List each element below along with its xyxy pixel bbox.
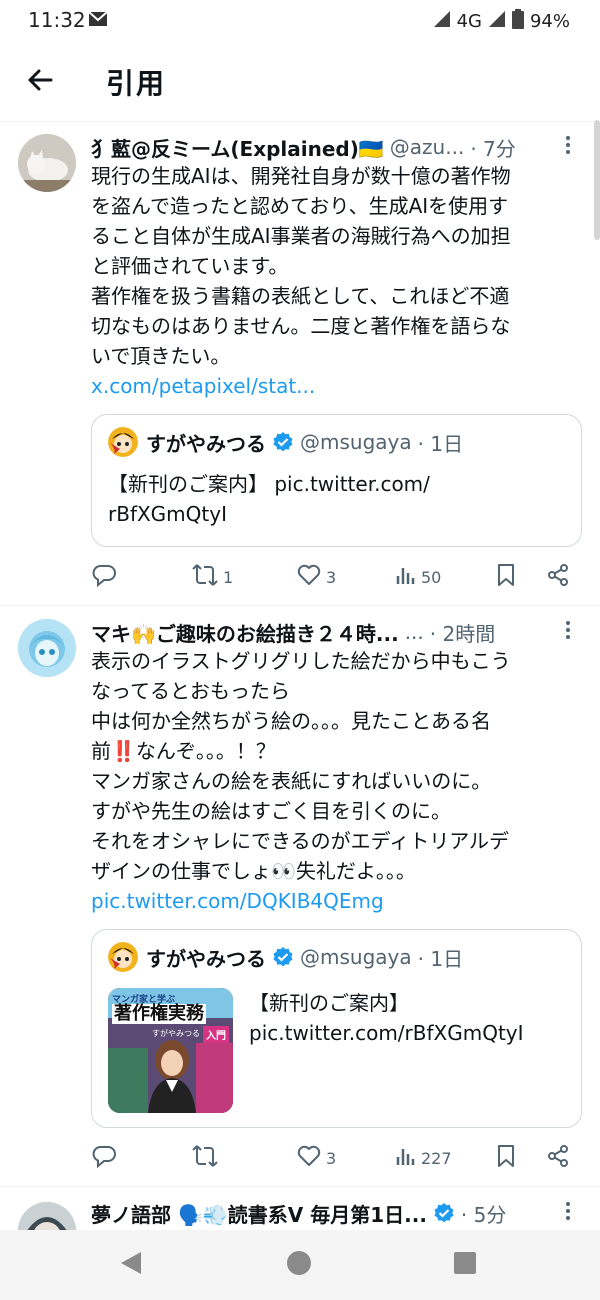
bookmark-button[interactable]	[496, 1143, 516, 1173]
retweet-button[interactable]	[191, 1143, 223, 1173]
share-button[interactable]	[546, 562, 570, 592]
book-author: すがやみつる	[152, 1029, 200, 1038]
page-title: 引用	[106, 67, 167, 100]
retweet-count: 1	[223, 567, 234, 587]
signal-icon	[433, 10, 451, 33]
system-nav-bar	[0, 1230, 600, 1300]
quote-text: 【新刊のご案内】 pic.twitter.com/ rBfXGmQtyI	[108, 472, 430, 526]
avatar[interactable]	[18, 619, 76, 677]
back-button[interactable]	[20, 62, 60, 102]
tweet-header: 犭藍@反ミーム(Explained)🇺🇦 @azu... · 7分	[91, 132, 550, 162]
quoted-tweet[interactable]: すがやみつる @msugaya · 1日 【新刊のご案内】 pic.twitte…	[91, 414, 582, 547]
more-button[interactable]	[558, 132, 578, 162]
tweet-header: 夢ノ語部 🗣️💨読書系V 毎月第1日... · 5分	[91, 1198, 550, 1228]
reply-icon	[91, 1144, 117, 1172]
like-button[interactable]: 3	[296, 1143, 336, 1173]
more-icon	[565, 620, 571, 644]
quote-handle: @msugaya	[300, 430, 412, 454]
author-name[interactable]: マキ🙌ご趣味のお絵描き２４時...	[91, 618, 399, 647]
share-button[interactable]	[546, 1143, 570, 1173]
retweet-button[interactable]: 1	[191, 562, 233, 592]
retweet-icon	[191, 1144, 219, 1172]
mail-icon	[88, 11, 108, 31]
book-badge: 入門	[203, 1026, 229, 1043]
like-button[interactable]: 3	[296, 562, 336, 592]
quote-time: · 1日	[417, 946, 464, 971]
status-bar: 11:32 4G 94%	[0, 0, 600, 42]
battery-icon	[511, 9, 524, 34]
battery-level: 94%	[529, 11, 570, 32]
tweet-header: マキ🙌ご趣味のお絵描き２４時... ... · 2時間	[91, 617, 550, 647]
quote-author: すがやみつる	[146, 946, 266, 971]
avatar[interactable]	[18, 1202, 76, 1230]
book-title: 著作権実務	[112, 1003, 206, 1024]
tweet-time: · 2時間	[429, 621, 496, 646]
share-icon	[546, 563, 570, 591]
verified-icon	[272, 431, 294, 453]
app-header: 引用	[0, 42, 600, 122]
tweet[interactable]: 夢ノ語部 🗣️💨読書系V 毎月第1日... · 5分	[0, 1188, 600, 1230]
retweet-icon	[191, 563, 219, 591]
tweet[interactable]: 犭藍@反ミーム(Explained)🇺🇦 @azu... · 7分 現行の生成A…	[0, 122, 600, 606]
reply-button[interactable]	[91, 562, 121, 592]
views-icon	[395, 1145, 417, 1171]
verified-icon	[272, 946, 294, 968]
reply-button[interactable]	[91, 1143, 121, 1173]
quote-text: 【新刊のご案内】 pic.twitter.com/rBfXGmQtyI	[249, 991, 524, 1045]
verified-icon	[433, 1202, 455, 1224]
like-icon	[296, 563, 322, 591]
tweet[interactable]: マキ🙌ご趣味のお絵描き２４時... ... · 2時間 表示のイラストグリグリし…	[0, 607, 600, 1187]
more-button[interactable]	[558, 1198, 578, 1228]
network-label: 4G	[456, 11, 482, 32]
views-icon	[395, 564, 417, 590]
tweet-link[interactable]: x.com/petapixel/stat...	[91, 371, 587, 401]
tweet-time: · 7分	[470, 136, 516, 161]
tweet-text: 表示のイラストグリグリした絵だから中もこう なってるとおもったら 中は何か全然ち…	[91, 649, 511, 883]
avatar[interactable]	[18, 134, 76, 192]
quote-header: すがやみつる @msugaya · 1日	[108, 427, 463, 457]
tweet-time: · 5分	[460, 1202, 507, 1227]
views-count: 50	[421, 567, 442, 587]
more-button[interactable]	[558, 617, 578, 647]
back-arrow-icon	[27, 69, 53, 95]
quote-time: · 1日	[417, 431, 464, 456]
nav-home-button[interactable]	[284, 1250, 314, 1280]
bookmark-icon	[496, 563, 516, 591]
bookmark-icon	[496, 1144, 516, 1172]
triangle-back-icon	[119, 1250, 143, 1280]
quoted-tweet[interactable]: すがやみつる @msugaya · 1日 マンガ家と学ぶ 著作権実務 入門 すが…	[91, 929, 582, 1128]
like-count: 3	[326, 567, 337, 587]
views-button[interactable]: 50	[395, 562, 441, 592]
status-time: 11:32	[28, 8, 86, 32]
nav-recents-button[interactable]	[450, 1250, 480, 1280]
author-name[interactable]: 夢ノ語部 🗣️💨読書系V 毎月第1日...	[91, 1199, 427, 1228]
tweet-link[interactable]: pic.twitter.com/DQKIB4QEmg	[91, 886, 587, 916]
views-button[interactable]: 227	[395, 1143, 452, 1173]
quote-media[interactable]: マンガ家と学ぶ 著作権実務 入門 すがやみつる	[108, 988, 233, 1113]
author-handle[interactable]: ...	[405, 620, 424, 644]
share-icon	[546, 1144, 570, 1172]
quote-header: すがやみつる @msugaya · 1日	[108, 942, 463, 972]
quote-handle: @msugaya	[300, 945, 412, 969]
author-name[interactable]: 犭藍@反ミーム(Explained)🇺🇦	[91, 133, 384, 162]
square-recents-icon	[453, 1251, 477, 1279]
nav-back-button[interactable]	[116, 1250, 146, 1280]
tweet-actions: 1 3 50	[91, 562, 581, 592]
like-icon	[296, 1144, 322, 1172]
reply-icon	[91, 563, 117, 591]
tweet-text: 現行の生成AIは、開発社自身が数十億の著作物 を盗んで造ったと認めており、生成A…	[91, 164, 511, 368]
quote-avatar	[108, 942, 138, 972]
like-count: 3	[326, 1148, 337, 1168]
circle-home-icon	[286, 1250, 312, 1280]
bookmark-button[interactable]	[496, 562, 516, 592]
author-handle[interactable]: @azu...	[390, 135, 465, 159]
quote-avatar	[108, 427, 138, 457]
tweet-actions: 3 227	[91, 1143, 581, 1173]
signal-2-icon	[488, 10, 506, 33]
quote-author: すがやみつる	[146, 431, 266, 456]
more-icon	[565, 135, 571, 159]
views-count: 227	[421, 1148, 452, 1168]
more-icon	[565, 1201, 571, 1225]
